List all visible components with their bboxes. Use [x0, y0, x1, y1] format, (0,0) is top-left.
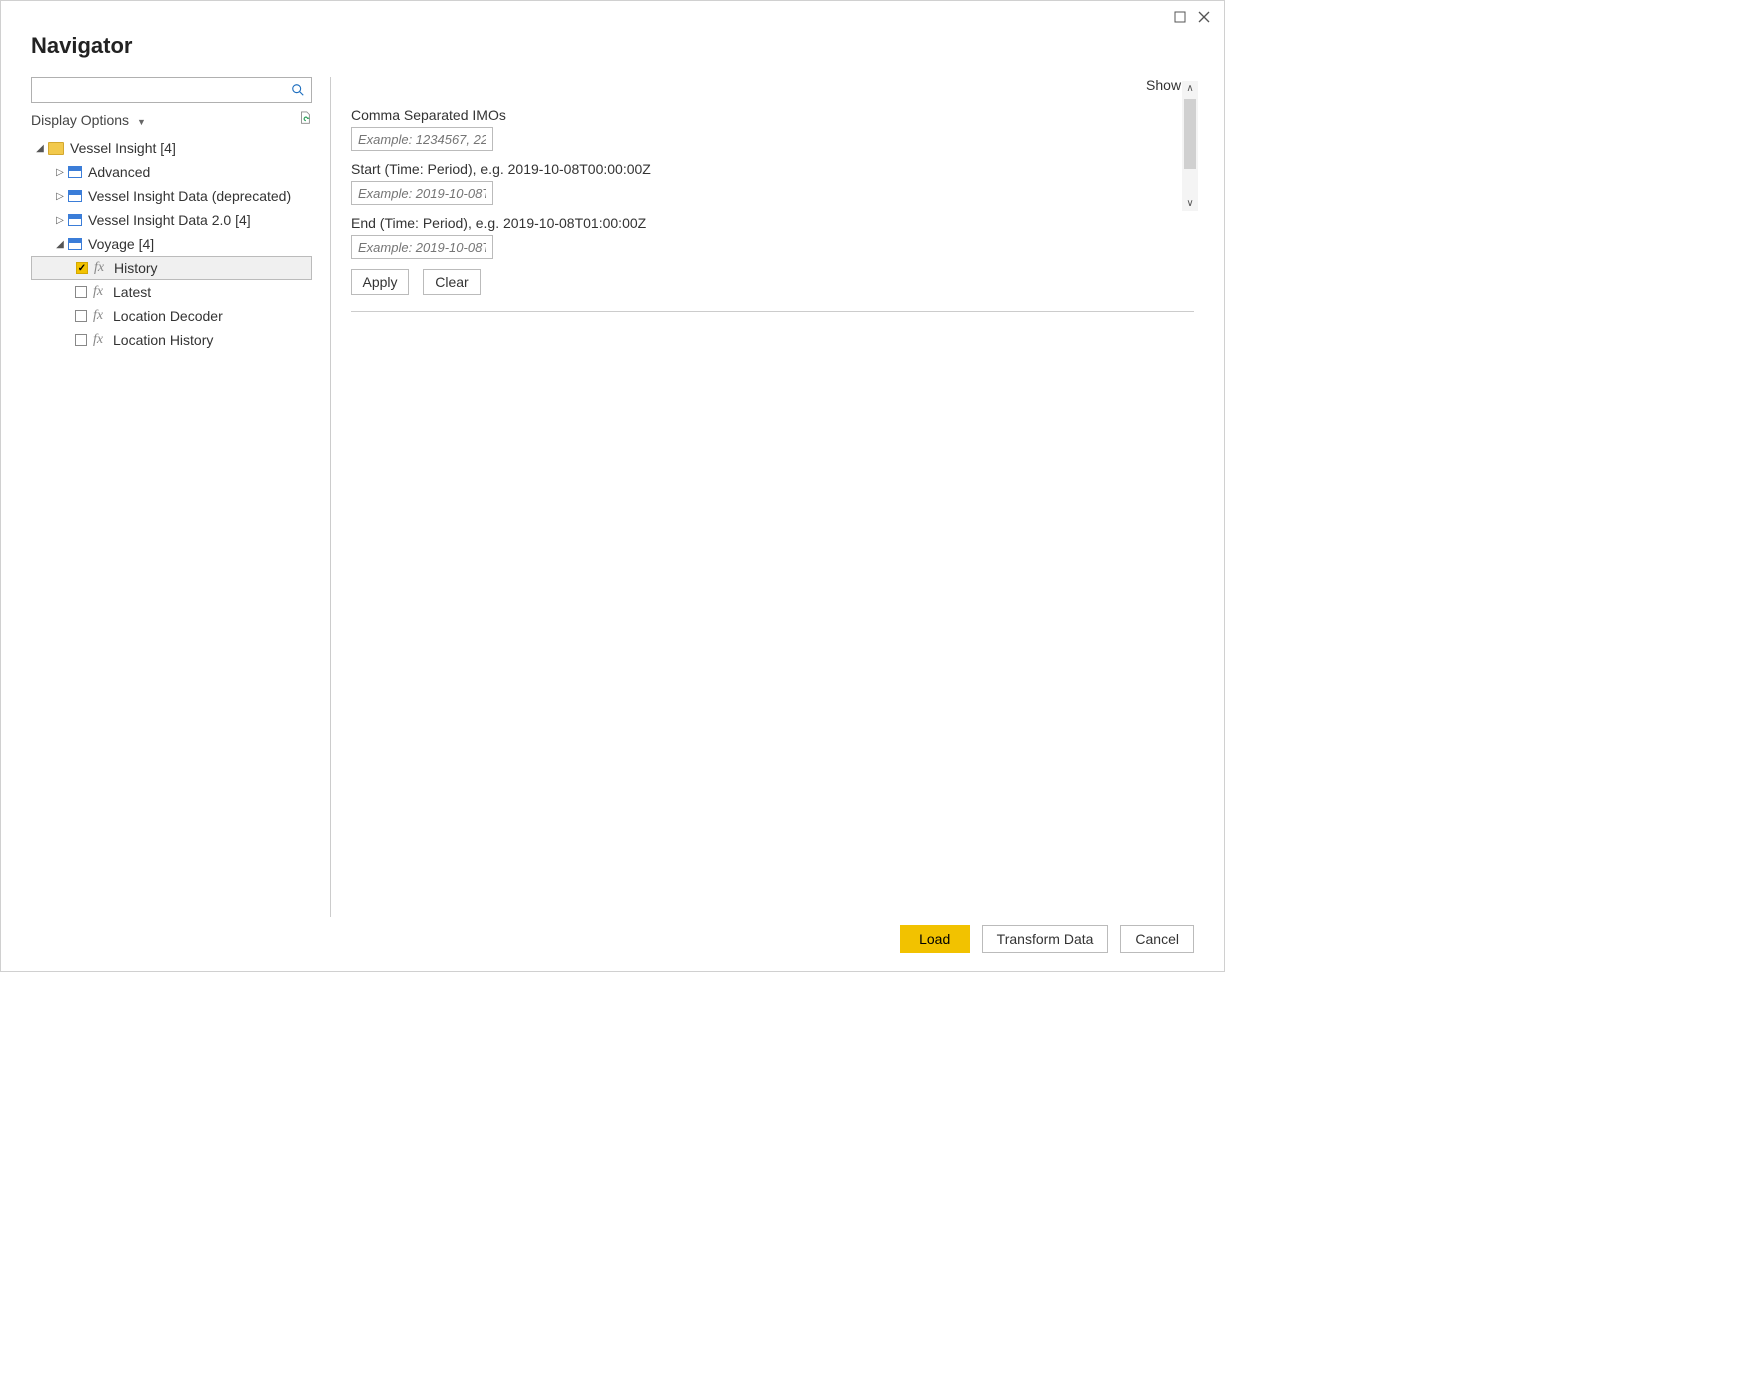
expand-icon[interactable]: ▷	[55, 215, 65, 226]
tree-label: Location Decoder	[113, 308, 223, 324]
table-icon	[68, 214, 82, 226]
field-label-end: End (Time: Period), e.g. 2019-10-08T01:0…	[351, 215, 1194, 231]
checkbox[interactable]	[76, 262, 88, 274]
dialog-body: Display Options ▼ ◢ Vessel Insight [4] ▷…	[1, 77, 1224, 917]
form-buttons: Apply Clear	[351, 269, 1194, 295]
divider	[351, 311, 1194, 312]
tree-item-latest[interactable]: fx Latest	[31, 280, 312, 304]
checkbox[interactable]	[75, 310, 87, 322]
checkbox[interactable]	[75, 286, 87, 298]
close-icon[interactable]	[1194, 7, 1214, 27]
display-options-dropdown[interactable]: Display Options ▼	[31, 112, 146, 128]
field-label-start: Start (Time: Period), e.g. 2019-10-08T00…	[351, 161, 1194, 177]
show-dropdown[interactable]: Show ▼	[351, 77, 1194, 93]
tree-label: Vessel Insight Data 2.0 [4]	[88, 212, 251, 228]
vertical-scrollbar[interactable]: ∧ ∨	[1182, 81, 1198, 211]
collapse-icon[interactable]: ◢	[35, 143, 45, 154]
tree-item-history[interactable]: fx History	[31, 256, 312, 280]
tree-item-advanced[interactable]: ▷ Advanced	[31, 160, 312, 184]
tree-label: Vessel Insight [4]	[70, 140, 176, 156]
tree-label: Vessel Insight Data (deprecated)	[88, 188, 291, 204]
display-options-label: Display Options	[31, 112, 129, 128]
show-label: Show	[1146, 77, 1181, 93]
tree-item-location-history[interactable]: fx Location History	[31, 328, 312, 352]
collapse-icon[interactable]: ◢	[55, 239, 65, 250]
tree-label: Advanced	[88, 164, 150, 180]
folder-icon	[48, 142, 64, 155]
tree-item-voyage[interactable]: ◢ Voyage [4]	[31, 232, 312, 256]
transform-data-button[interactable]: Transform Data	[982, 925, 1109, 953]
chevron-down-icon: ▼	[137, 117, 146, 127]
clear-button[interactable]: Clear	[423, 269, 481, 295]
tree-label: History	[114, 260, 158, 276]
display-options-row: Display Options ▼	[31, 111, 312, 128]
table-icon	[68, 166, 82, 178]
fx-icon: fx	[93, 308, 107, 324]
fx-icon: fx	[93, 284, 107, 300]
tree-label: Location History	[113, 332, 213, 348]
start-input[interactable]	[351, 181, 493, 205]
expand-icon[interactable]: ▷	[55, 191, 65, 202]
navigator-dialog: Navigator Display Options ▼	[0, 0, 1225, 972]
tree-item-location-decoder[interactable]: fx Location Decoder	[31, 304, 312, 328]
fx-icon: fx	[94, 260, 108, 276]
tree-item-vessel-insight-data-2[interactable]: ▷ Vessel Insight Data 2.0 [4]	[31, 208, 312, 232]
tree-label: Latest	[113, 284, 151, 300]
maximize-icon[interactable]	[1170, 7, 1190, 27]
navigator-tree: ◢ Vessel Insight [4] ▷ Advanced ▷ Vessel…	[31, 136, 312, 352]
dialog-footer: Load Transform Data Cancel	[900, 925, 1194, 953]
fx-icon: fx	[93, 332, 107, 348]
tree-item-vessel-insight-data-deprecated[interactable]: ▷ Vessel Insight Data (deprecated)	[31, 184, 312, 208]
expand-icon[interactable]: ▷	[55, 167, 65, 178]
apply-button[interactable]: Apply	[351, 269, 409, 295]
scroll-down-icon[interactable]: ∨	[1186, 196, 1193, 211]
table-icon	[68, 238, 82, 250]
navigator-right-pane: Show ▼ Comma Separated IMOs Start (Time:…	[331, 77, 1194, 917]
checkbox[interactable]	[75, 334, 87, 346]
window-controls	[1, 1, 1224, 27]
load-button[interactable]: Load	[900, 925, 970, 953]
search-box[interactable]	[31, 77, 312, 103]
cancel-button[interactable]: Cancel	[1120, 925, 1194, 953]
parameter-form: Comma Separated IMOs Start (Time: Period…	[351, 107, 1194, 312]
table-icon	[68, 190, 82, 202]
tree-label: Voyage [4]	[88, 236, 154, 252]
search-input[interactable]	[32, 83, 285, 98]
scroll-up-icon[interactable]: ∧	[1186, 81, 1193, 96]
scroll-thumb[interactable]	[1184, 99, 1196, 169]
refresh-icon[interactable]	[298, 111, 312, 128]
page-title: Navigator	[1, 27, 1224, 77]
search-icon[interactable]	[285, 83, 311, 97]
field-label-imos: Comma Separated IMOs	[351, 107, 1194, 123]
navigator-left-pane: Display Options ▼ ◢ Vessel Insight [4] ▷…	[31, 77, 331, 917]
end-input[interactable]	[351, 235, 493, 259]
tree-root-vessel-insight[interactable]: ◢ Vessel Insight [4]	[31, 136, 312, 160]
imos-input[interactable]	[351, 127, 493, 151]
